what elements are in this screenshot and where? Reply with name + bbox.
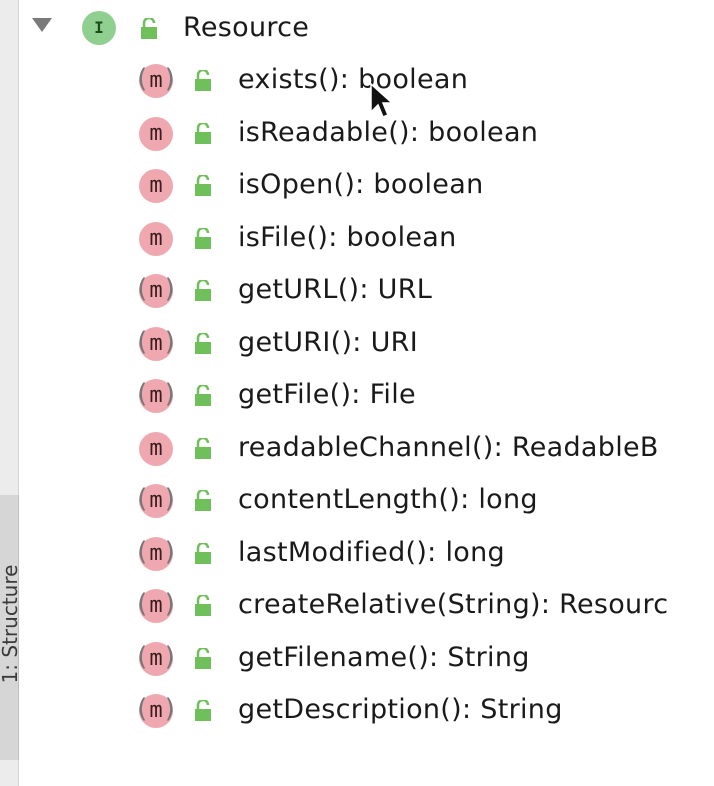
public-lock-icon [195,700,211,721]
method-signature-label: isFile(): boolean [238,221,457,253]
public-lock-icon [141,18,157,39]
method-icon: m [139,431,173,466]
structure-tree[interactable]: I Resource m exists(): boolean misReadable… [18,0,714,786]
method-icon: m [134,692,178,728]
public-lock-icon [195,175,211,196]
method-signature-label: getDescription(): String [238,694,563,725]
public-lock-icon [195,542,211,564]
method-signature-label: createRelative(String): Resourc [238,589,669,620]
class-name-label: Resource [183,12,310,43]
method-icon: m [134,377,178,413]
public-lock-icon [195,647,211,669]
tree-node-method[interactable]: m getFile(): File [18,373,714,417]
tree-node-method[interactable]: m getDescription(): String [18,688,714,732]
public-lock-icon [195,385,211,406]
tree-node-method[interactable]: m getURI(): URI [18,321,714,365]
method-icon: m [134,587,178,623]
method-icon: m [139,169,173,203]
tree-node-method[interactable]: m createRelative(String): Resourc [18,583,714,627]
public-lock-icon [195,227,211,249]
tree-node-method[interactable]: m contentLength(): long [18,478,714,522]
method-signature-label: getFilename(): String [238,641,530,673]
method-signature-label: getURI(): URI [238,326,418,358]
public-lock-icon [195,70,211,91]
method-signature-label: readableChannel(): ReadableB [238,431,659,463]
mouse-pointer-icon [370,82,394,118]
method-signature-label: contentLength(): long [238,484,538,515]
method-signature-label: getURL(): URL [238,274,433,305]
method-icon: m [134,62,178,98]
tree-node-method[interactable]: m isReadable(): boolean [18,111,714,155]
method-icon: m [139,221,173,256]
method-signature-label: lastModified(): long [238,536,505,568]
public-lock-icon [195,437,211,459]
method-icon: m [134,482,178,518]
public-lock-icon [195,280,211,301]
tree-node-method[interactable]: m getFilename(): String [18,636,714,680]
method-icon: m [134,325,178,361]
interface-icon: I [82,11,116,45]
method-icon: m [139,116,173,151]
structure-tab-label: 1: Structure [0,564,22,684]
method-icon: m [134,535,178,571]
tree-node-resource[interactable]: I Resource [18,6,714,50]
tree-node-method[interactable]: m exists(): boolean [18,58,714,102]
method-signature-label: getFile(): File [238,379,416,410]
public-lock-icon [195,595,211,616]
tree-node-method[interactable]: m readableChannel(): ReadableB [18,426,714,470]
method-signature-label: isOpen(): boolean [238,169,484,200]
tree-node-method[interactable]: m getURL(): URL [18,268,714,312]
public-lock-icon [195,122,211,144]
method-icon: m [134,640,178,676]
method-icon: m [134,272,178,308]
tree-node-method[interactable]: m isFile(): boolean [18,216,714,260]
public-lock-icon [195,332,211,354]
tree-node-method[interactable]: m lastModified(): long [18,531,714,575]
collapse-arrow-icon[interactable] [32,18,52,32]
method-signature-label: exists(): boolean [238,64,469,95]
structure-tool-tab[interactable]: 1: Structure [0,495,22,760]
public-lock-icon [195,490,211,511]
tree-node-method[interactable]: m isOpen(): boolean [18,163,714,207]
